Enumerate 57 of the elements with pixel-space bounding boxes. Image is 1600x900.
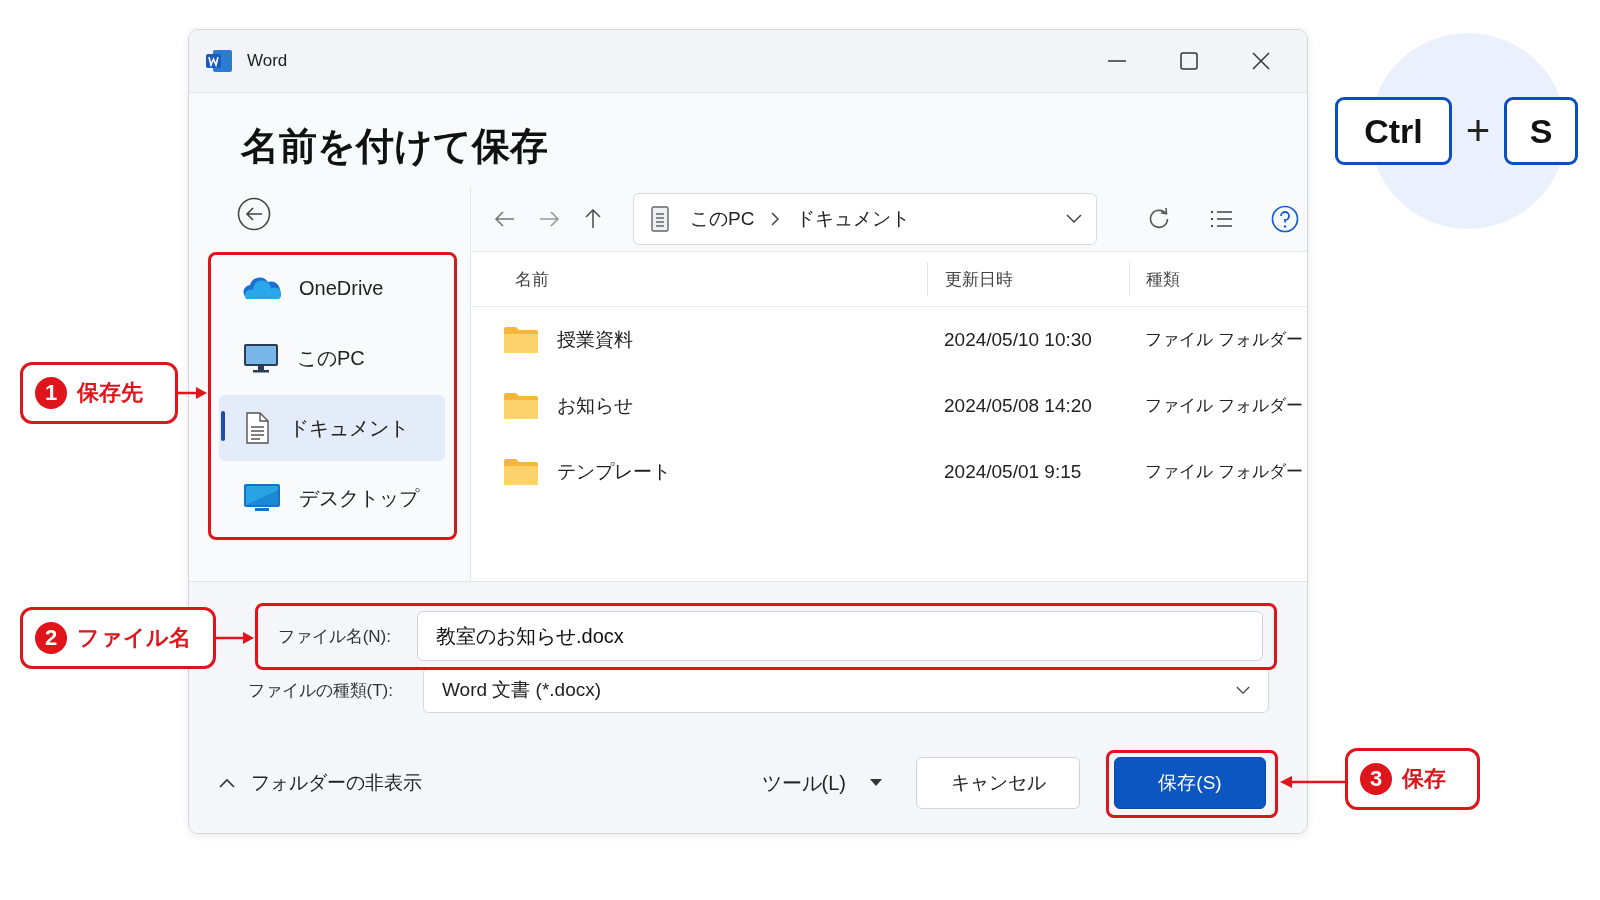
save-button[interactable]: 保存(S) <box>1114 757 1266 809</box>
table-cell-text: ファイル フォルダー <box>1144 329 1304 350</box>
step-number: 1 <box>35 377 67 409</box>
folder-icon <box>503 326 539 354</box>
callout-text: ファイル名 <box>77 624 191 652</box>
keyboard-key: S <box>1504 97 1578 165</box>
table-cell[interactable]: 授業資料 <box>557 327 633 353</box>
back-icon[interactable] <box>237 197 271 231</box>
field-label: ファイル名(N): <box>276 625 392 648</box>
app-name: Word <box>247 51 288 71</box>
hide-folders-button[interactable]: フォルダーの非表示 <box>219 770 422 796</box>
breadcrumb-segment[interactable]: このPC <box>690 206 755 232</box>
help-icon[interactable] <box>1271 205 1299 233</box>
document-icon <box>650 206 670 232</box>
desktop-icon <box>243 482 281 514</box>
document-icon <box>243 412 271 444</box>
breadcrumb-segment[interactable]: ドキュメント <box>796 206 911 232</box>
table-cell-text: 2024/05/08 14:20 <box>943 395 1093 417</box>
chevron-up-icon <box>219 778 235 788</box>
address-bar[interactable]: このPC ドキュメント <box>633 193 1097 245</box>
refresh-icon[interactable] <box>1147 207 1171 231</box>
dropdown-chevron-icon[interactable] <box>1066 214 1082 224</box>
table-cell[interactable]: お知らせ <box>557 393 633 419</box>
folder-icon <box>503 392 539 420</box>
table-cell-text: ファイル フォルダー <box>1144 461 1304 482</box>
maximize-icon[interactable] <box>1179 51 1199 71</box>
column-header[interactable]: 名前 <box>471 262 927 296</box>
keyboard-key: Ctrl <box>1335 97 1452 165</box>
close-icon[interactable] <box>1251 51 1271 71</box>
sidebar-item[interactable]: ドキュメント <box>219 395 445 461</box>
dialog-title: 名前を付けて保存 <box>239 124 549 169</box>
file-name-field[interactable]: 教室のお知らせ.docx <box>417 611 1263 661</box>
monitor-icon <box>243 342 279 374</box>
table-cell-text: 2024/05/01 9:15 <box>943 461 1083 483</box>
chevron-right-icon <box>770 212 781 226</box>
sidebar-item[interactable]: このPC <box>219 325 445 391</box>
table-cell-text: ファイル フォルダー <box>1144 395 1304 416</box>
step-number: 3 <box>1360 763 1392 795</box>
cloud-icon <box>243 275 281 301</box>
column-header[interactable]: 種類 <box>1129 262 1307 296</box>
callout-text: 保存先 <box>77 379 143 407</box>
file-type-dropdown[interactable]: Word 文書 (*.docx) <box>423 667 1269 713</box>
dropdown-chevron-icon <box>1236 685 1250 695</box>
table-cell[interactable]: テンプレート <box>557 459 671 485</box>
tools-menu-button[interactable]: ツール(L) <box>761 769 882 797</box>
table-cell-text: 2024/05/10 10:30 <box>943 329 1093 351</box>
callout-text: 保存 <box>1402 765 1446 793</box>
folder-icon <box>503 458 539 486</box>
word-logo-icon <box>205 49 233 73</box>
cancel-button[interactable]: キャンセル <box>916 757 1080 809</box>
sidebar-item[interactable]: OneDrive <box>219 255 445 321</box>
field-label: ファイルの種類(T): <box>246 679 394 702</box>
step-number: 2 <box>35 622 67 654</box>
sidebar-item[interactable]: デスクトップ <box>219 465 445 531</box>
plus-sign: + <box>1464 107 1492 155</box>
column-header[interactable]: 更新日時 <box>927 262 1129 296</box>
dropdown-triangle-icon <box>870 779 882 787</box>
